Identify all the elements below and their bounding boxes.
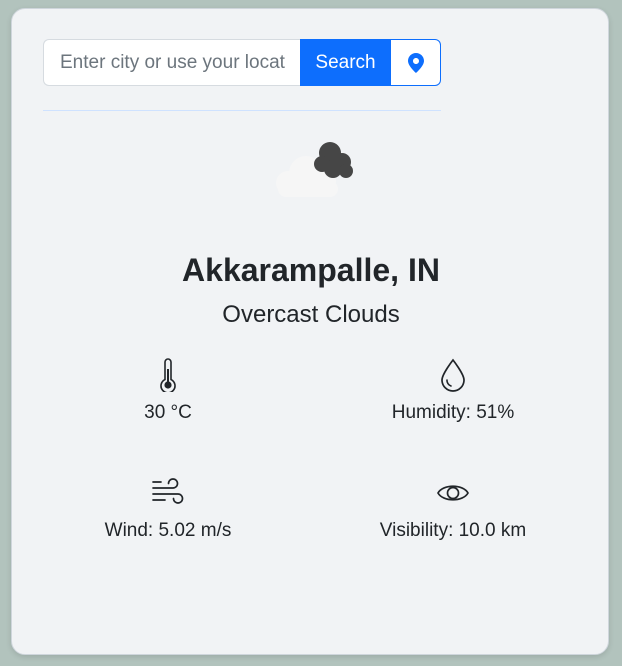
droplet-icon (441, 358, 465, 392)
search-bar: Search (43, 39, 441, 86)
humidity-value: Humidity: 51% (391, 402, 515, 423)
search-button[interactable]: Search (300, 39, 391, 86)
map-marker-icon (407, 52, 424, 73)
humidity-stat: Humidity: 51% (333, 358, 573, 424)
visibility-value: Visibility: 10.0 km (379, 520, 527, 541)
use-location-button[interactable] (391, 39, 441, 86)
temperature-value: 30 °C (144, 402, 192, 423)
city-search-input[interactable] (43, 39, 300, 86)
wind-icon (152, 478, 184, 504)
thermometer-icon (160, 358, 176, 392)
wind-value: Wind: 5.02 m/s (104, 520, 232, 541)
divider (43, 110, 441, 111)
overcast-clouds-icon (276, 142, 353, 197)
weather-card: Search Akkarampalle, IN Overcast Clouds (11, 8, 609, 655)
visibility-stat: Visibility: 10.0 km (333, 476, 573, 542)
wind-stat: Wind: 5.02 m/s (48, 476, 288, 542)
eye-icon (437, 485, 469, 501)
temperature-stat: 30 °C (48, 358, 288, 424)
weather-description: Overcast Clouds (222, 301, 400, 328)
city-name: Akkarampalle, IN (182, 252, 440, 288)
